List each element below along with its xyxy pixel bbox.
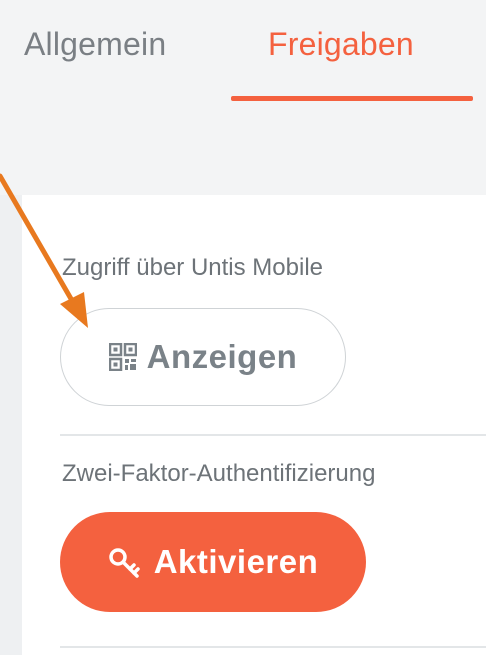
activate-2fa-button[interactable]: Aktivieren — [60, 512, 366, 612]
active-tab-indicator — [231, 96, 473, 101]
key-icon — [108, 548, 140, 578]
two-factor-label: Zwei-Faktor-Authentifizierung — [62, 460, 376, 487]
settings-view: Allgemein Freigaben Zugriff über Untis M… — [0, 0, 486, 655]
section-divider — [60, 646, 486, 648]
tab-allgemein[interactable]: Allgemein — [24, 26, 166, 63]
tab-bar: Allgemein Freigaben — [0, 0, 486, 195]
tab-freigaben[interactable]: Freigaben — [268, 26, 414, 63]
section-divider — [60, 434, 486, 436]
show-qr-button-label: Anzeigen — [146, 338, 298, 375]
activate-2fa-button-label: Aktivieren — [153, 543, 319, 580]
panel-left-edge — [0, 195, 22, 655]
mobile-access-label: Zugriff über Untis Mobile — [62, 254, 323, 281]
show-qr-button[interactable]: Anzeigen — [60, 308, 346, 406]
qr-code-icon — [108, 343, 137, 371]
